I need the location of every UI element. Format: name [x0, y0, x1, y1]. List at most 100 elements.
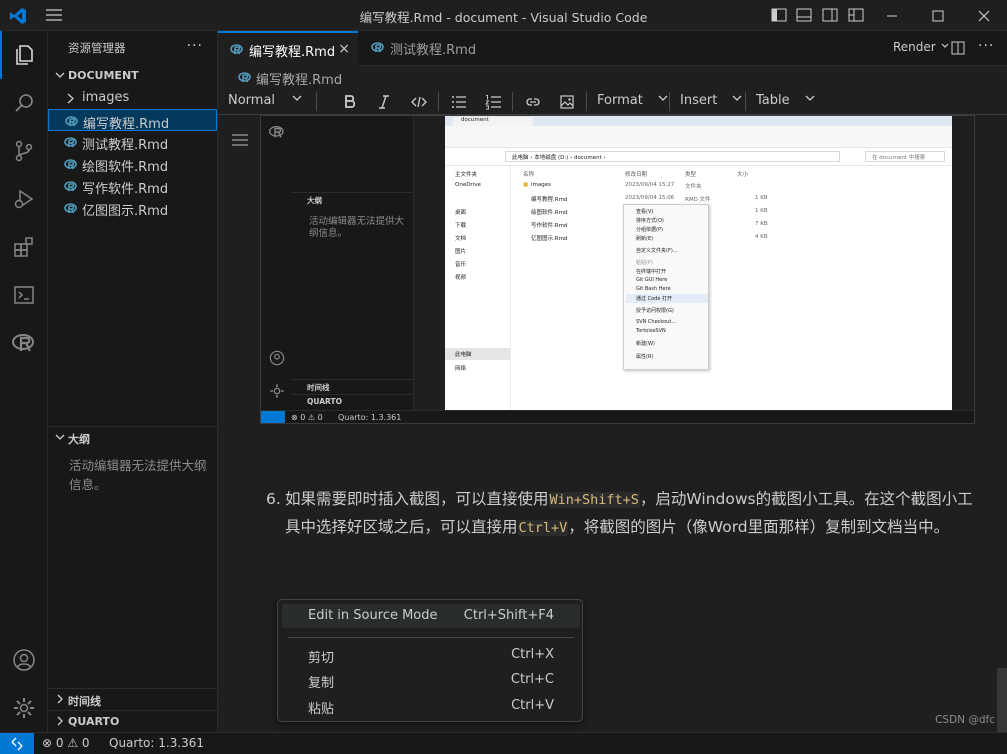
- tree-item-file[interactable]: 测试教程.Rmd: [48, 131, 217, 153]
- quarto-title: QUARTO: [68, 715, 120, 728]
- tree-item-file[interactable]: 写作软件.Rmd: [48, 175, 217, 197]
- chevron-down-icon: [55, 434, 65, 440]
- render-label: Render: [893, 40, 936, 54]
- chevron-down-icon: [55, 72, 65, 78]
- explorer-context-item: 通过 Code 打开: [636, 296, 672, 302]
- title-bar: 编写教程.Rmd - document - Visual Studio Code: [0, 0, 1007, 31]
- sidebar-more-button[interactable]: ···: [187, 38, 203, 54]
- paragraph-text: 如果需要即时插入截图，可以直接使用Win+Shift+S，启动Windows的截…: [266, 486, 976, 542]
- inline-code-shortcut: Win+Shift+S: [548, 492, 640, 508]
- toggle-panel-icon[interactable]: [796, 8, 812, 22]
- inline-code-shortcut: Ctrl+V: [517, 520, 569, 536]
- explorer-nav-item: 视频: [455, 275, 467, 281]
- format-menu[interactable]: Format: [597, 93, 669, 108]
- activity-bar: [0, 31, 48, 732]
- menu-item-shortcut: Ctrl+X: [511, 647, 554, 662]
- screenshot-outline-header: 大纲: [292, 192, 414, 206]
- explorer-context-item: 自定义文件夹(F)...: [636, 248, 678, 254]
- activity-manage[interactable]: [0, 684, 48, 732]
- activity-accounts[interactable]: [0, 636, 48, 684]
- menu-item-label: 复制: [308, 676, 335, 691]
- format-label: Format: [597, 93, 643, 108]
- vertical-scrollbar[interactable]: [997, 668, 1007, 732]
- explorer-context-item: 授予访问权限(G): [636, 308, 674, 314]
- gear-icon: [270, 384, 284, 398]
- close-window-button[interactable]: [961, 0, 1007, 31]
- editor-content[interactable]: 大纲 活动编辑器无法提供大纲信息。 时间线 QUARTO document 此电…: [218, 115, 1007, 732]
- explorer-tab-strip: document: [445, 116, 952, 126]
- insert-menu[interactable]: Insert: [680, 93, 743, 108]
- maximize-button[interactable]: [915, 0, 961, 31]
- paragraph-text-part: ，将截图的图片（像Word里面那样）复制到文档当中。: [568, 518, 950, 536]
- bold-icon[interactable]: [342, 94, 358, 110]
- activity-terminal[interactable]: [0, 271, 48, 319]
- explorer-nav-item: 桌面: [455, 210, 467, 216]
- explorer-nav-item: 下载: [455, 223, 467, 229]
- explorer-context-item: 在终端中打开: [636, 269, 667, 275]
- render-button[interactable]: Render: [893, 40, 950, 54]
- customize-layout-icon[interactable]: [848, 8, 864, 22]
- menu-item-copy[interactable]: 复制 Ctrl+C: [282, 668, 580, 692]
- extensions-icon: [14, 237, 33, 257]
- remote-icon: [11, 737, 23, 751]
- list-item-paragraph: 6. 如果需要即时插入截图，可以直接使用Win+Shift+S，启动Window…: [266, 486, 976, 542]
- tree-item-file[interactable]: 绘图软件.Rmd: [48, 153, 217, 175]
- table-menu[interactable]: Table: [756, 93, 816, 108]
- image-icon[interactable]: [559, 94, 575, 110]
- explorer-context-item: 排序方式(O): [636, 218, 664, 224]
- outline-section-header[interactable]: 大纲: [48, 426, 218, 448]
- activity-source-control[interactable]: [0, 127, 48, 175]
- code-icon[interactable]: [411, 94, 427, 110]
- timeline-section-header[interactable]: 时间线: [48, 688, 218, 710]
- explorer-nav-item: OneDrive: [455, 182, 481, 188]
- activity-extensions[interactable]: [0, 223, 48, 271]
- activity-search[interactable]: [0, 79, 48, 127]
- tab-label: 测试教程.Rmd: [390, 43, 477, 58]
- tab-file[interactable]: 测试教程.Rmd: [359, 31, 489, 66]
- outline-toggle-icon[interactable]: [232, 133, 248, 147]
- minimize-button[interactable]: [869, 0, 915, 31]
- toolbar-separator: [512, 92, 513, 111]
- menu-item-edit-in-source-mode[interactable]: Edit in Source Mode Ctrl+Shift+F4: [282, 604, 580, 628]
- numbered-list-icon[interactable]: [485, 94, 501, 110]
- remote-indicator[interactable]: [0, 733, 34, 754]
- explorer-context-item: 查看(V): [636, 209, 654, 215]
- quarto-version[interactable]: Quarto: 1.3.361: [109, 736, 204, 750]
- search-icon: [15, 94, 33, 112]
- explorer-context-item: 新建(W): [636, 341, 655, 347]
- list-number: 6.: [266, 490, 281, 508]
- toggle-secondary-sidebar-icon[interactable]: [822, 8, 838, 22]
- split-editor-icon[interactable]: [951, 41, 965, 55]
- explorer-row: ■ images 2023/09/04 15:27 文件夹: [523, 182, 702, 190]
- editor-more-icon[interactable]: ···: [978, 38, 994, 54]
- table-label: Table: [756, 93, 790, 108]
- editor-area: 编写教程.Rmd × 测试教程.Rmd Render ··· 编写教程.Rmd …: [218, 31, 1007, 732]
- menu-item-shortcut: Ctrl+Shift+F4: [463, 608, 554, 623]
- folder-name: DOCUMENT: [68, 69, 139, 82]
- link-icon[interactable]: [525, 94, 541, 110]
- tree-item-file[interactable]: 编写教程.Rmd: [48, 109, 217, 132]
- italic-icon[interactable]: [376, 94, 392, 110]
- menu-item-paste[interactable]: 粘贴 Ctrl+V: [282, 694, 580, 718]
- quarto-section-header[interactable]: QUARTO: [48, 710, 218, 732]
- bullet-list-icon[interactable]: [451, 94, 467, 110]
- tree-item-images[interactable]: images: [48, 87, 217, 109]
- toggle-primary-sidebar-icon[interactable]: [771, 8, 787, 22]
- menu-item-label: 剪切: [308, 651, 335, 666]
- menu-separator: [288, 637, 574, 638]
- explorer-context-item: 粘贴(P): [636, 260, 653, 266]
- explorer-nav-item: 文档: [455, 236, 467, 242]
- menu-item-cut[interactable]: 剪切 Ctrl+X: [282, 643, 580, 667]
- folder-section-header[interactable]: DOCUMENT: [48, 65, 218, 87]
- block-format-select[interactable]: Normal: [228, 93, 303, 108]
- activity-r-language[interactable]: [0, 319, 48, 367]
- problems-indicator[interactable]: ⊗ 0 ⚠ 0: [42, 736, 90, 750]
- close-tab-button[interactable]: ×: [338, 41, 350, 57]
- tree-item-file[interactable]: 亿图图示.Rmd: [48, 197, 217, 219]
- activity-run-debug[interactable]: [0, 175, 48, 223]
- tab-active-file[interactable]: 编写教程.Rmd ×: [218, 31, 358, 66]
- activity-explorer[interactable]: [0, 31, 48, 79]
- breadcrumb-file[interactable]: 编写教程.Rmd: [256, 69, 342, 88]
- timeline-title: 时间线: [68, 695, 101, 708]
- menu-item-shortcut: Ctrl+V: [511, 698, 554, 713]
